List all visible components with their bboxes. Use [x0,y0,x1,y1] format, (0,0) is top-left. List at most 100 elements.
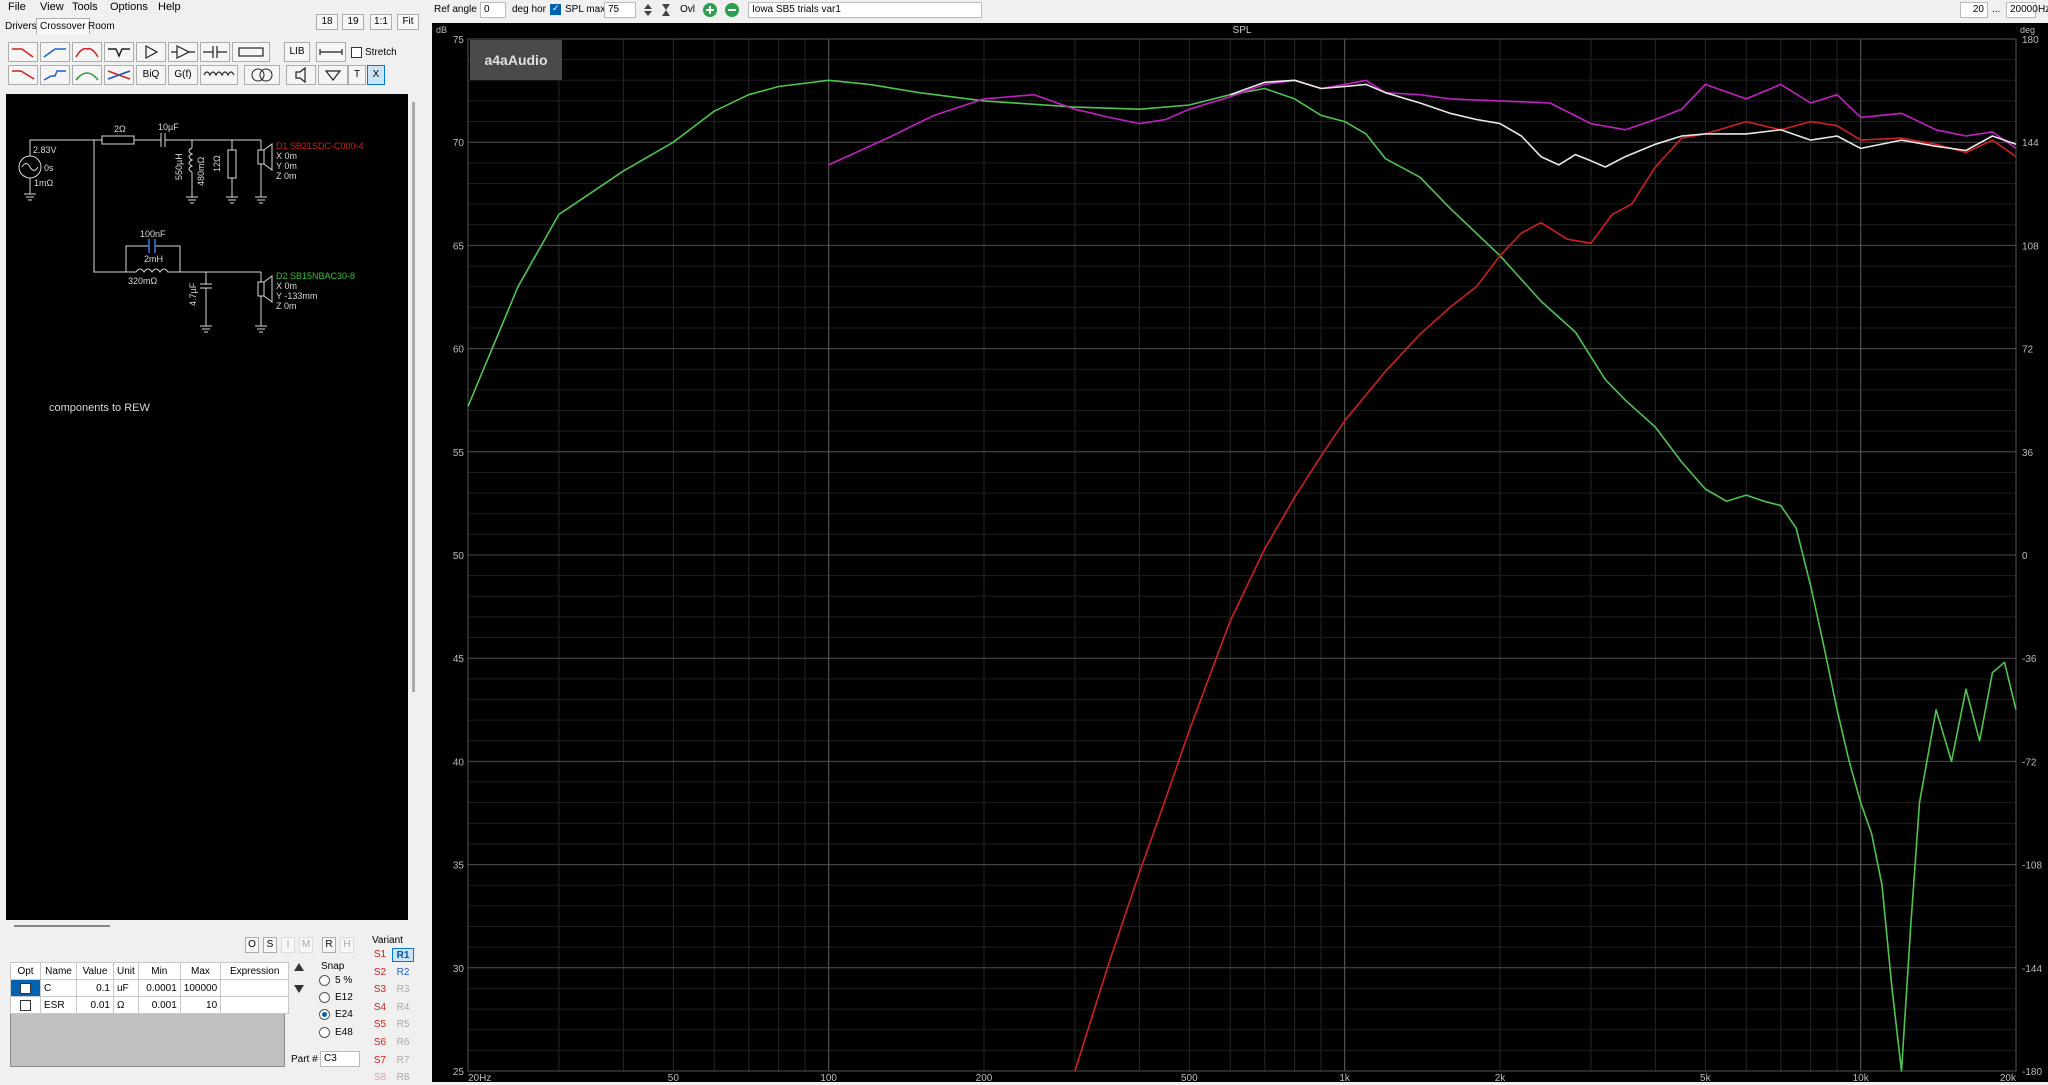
variant-s8-button[interactable]: S8 [369,1071,391,1085]
op-m-button[interactable]: M [299,937,313,953]
variant-s3-button[interactable]: S3 [369,983,391,997]
row-opt-checkbox[interactable] [20,983,31,994]
schematic-canvas[interactable]: 2.83V 0s 1mΩ 2Ω 10µF 550µH 480mΩ 12Ω D1 … [6,94,408,920]
biquad-button[interactable]: BiQ [136,65,166,85]
table-row[interactable]: C 0.1 uF 0.0001 100000 [10,979,290,997]
row-expr[interactable] [220,996,290,1014]
view-fit-button[interactable]: Fit [397,14,419,30]
schematic-hscroll[interactable] [14,925,110,927]
op-s-button[interactable]: S [263,937,277,953]
variant-r2-button[interactable]: R2 [392,966,414,980]
freq-max-input[interactable]: 20000 [2006,2,2038,18]
snap-e12-radio[interactable] [319,992,330,1003]
highpass-blue2-tool[interactable] [40,65,70,85]
variant-s2-button[interactable]: S2 [369,966,391,980]
op-i-button[interactable]: I [281,937,295,953]
ovl-label: Ovl [680,4,695,15]
variant-r3-button[interactable]: R3 [392,983,414,997]
amplifier-tool[interactable] [168,42,198,62]
t-button[interactable]: T [348,65,366,85]
menu-view[interactable]: View [40,1,64,13]
row-value[interactable]: 0.1 [76,979,114,997]
library-button[interactable]: LIB [284,42,310,62]
hourglass-icon[interactable] [660,2,672,18]
y-tick-label: 45 [453,654,465,665]
variant-s1-button[interactable]: S1 [369,948,391,962]
col-unit: Unit [113,962,139,980]
variant-r1-button[interactable]: R1 [392,948,414,962]
move-up-icon[interactable] [292,961,306,973]
variant-r7-button[interactable]: R7 [392,1054,414,1068]
row-opt-checkbox[interactable] [20,1000,31,1011]
variant-s4-button[interactable]: S4 [369,1001,391,1015]
inductor-tool[interactable] [200,65,238,85]
notch-tool[interactable] [104,42,134,62]
schem-c-parallel: 100nF [140,229,166,239]
move-down-icon[interactable] [292,983,306,995]
row-name: ESR [40,996,77,1014]
ground-tool[interactable] [318,65,348,85]
variant-r5-button[interactable]: R5 [392,1018,414,1032]
tab-room[interactable]: Room [88,21,115,32]
view-1to1-button[interactable]: 1:1 [370,14,392,30]
x-button[interactable]: X [367,65,385,85]
spl-graph[interactable]: 25 30 35 40 45 50 55 60 65 70 75 -180 -144 -108 -72 -36… [432,23,2048,1082]
variant-r8-button[interactable]: R8 [392,1071,414,1085]
bandpass-red-tool[interactable] [72,42,102,62]
op-r-button[interactable]: R [322,937,336,953]
variant-s7-button[interactable]: S7 [369,1054,391,1068]
view-18-button[interactable]: 18 [316,14,338,30]
row-value[interactable]: 0.01 [76,996,114,1014]
row-max[interactable]: 100000 [179,979,222,997]
lowpass-red-tool[interactable] [8,42,38,62]
project-name-input[interactable]: Iowa SB5 trials var1 [748,2,982,18]
y-tick-label: 65 [453,241,465,252]
add-overlay-icon[interactable] [702,2,718,18]
spl-max-input[interactable]: 75 [604,2,636,18]
snap-5pct-radio[interactable] [319,975,330,986]
buffer-tool[interactable] [136,42,166,62]
resistor-tool[interactable] [232,42,270,62]
transformer-tool[interactable] [244,65,280,85]
speaker-tool[interactable] [286,65,316,85]
menu-help[interactable]: Help [158,1,181,13]
gf-button[interactable]: G(f) [168,65,198,85]
spl-max-checkbox[interactable] [550,3,561,15]
remove-overlay-icon[interactable] [724,2,740,18]
lowpass-red2-tool[interactable] [8,65,38,85]
op-h-button[interactable]: H [340,937,354,953]
part-number-input[interactable]: C3 [320,1051,360,1067]
view-19-button[interactable]: 19 [342,14,364,30]
op-o-button[interactable]: O [245,937,259,953]
variant-s5-button[interactable]: S5 [369,1018,391,1032]
highpass-blue-tool[interactable] [40,42,70,62]
wire-tool[interactable] [316,42,346,62]
row-expr[interactable] [220,979,290,997]
ref-angle-input[interactable]: 0 [480,2,506,18]
capacitor-tool[interactable] [200,42,230,62]
snap-e48-radio[interactable] [319,1027,330,1038]
snap-e48-label: E48 [335,1027,353,1038]
variant-r6-button[interactable]: R6 [392,1036,414,1050]
stretch-checkbox[interactable] [351,47,362,58]
tab-crossover[interactable]: Crossover [36,18,90,34]
x-tick-label: 5k [1700,1073,1712,1082]
snap-e24-radio[interactable] [319,1009,330,1020]
row-min[interactable]: 0.0001 [137,979,181,997]
row-max[interactable]: 10 [179,996,222,1014]
x-tick-label: 50 [668,1073,680,1082]
menu-tools[interactable]: Tools [72,1,98,13]
menu-options[interactable]: Options [110,1,148,13]
menu-file[interactable]: File [8,1,26,13]
tab-drivers[interactable]: Drivers [5,21,37,32]
spl-spinner-icon[interactable] [642,2,654,18]
row-min[interactable]: 0.001 [137,996,181,1014]
schematic-vscroll[interactable] [412,102,415,692]
variant-s6-button[interactable]: S6 [369,1036,391,1050]
bandpass-green-tool[interactable] [72,65,102,85]
allpass-tool[interactable] [104,65,134,85]
variant-r4-button[interactable]: R4 [392,1001,414,1015]
freq-min-input[interactable]: 20 [1960,2,1988,18]
x-tick-label: 2k [1495,1073,1507,1082]
table-row[interactable]: ESR 0.01 Ω 0.001 10 [10,996,290,1014]
